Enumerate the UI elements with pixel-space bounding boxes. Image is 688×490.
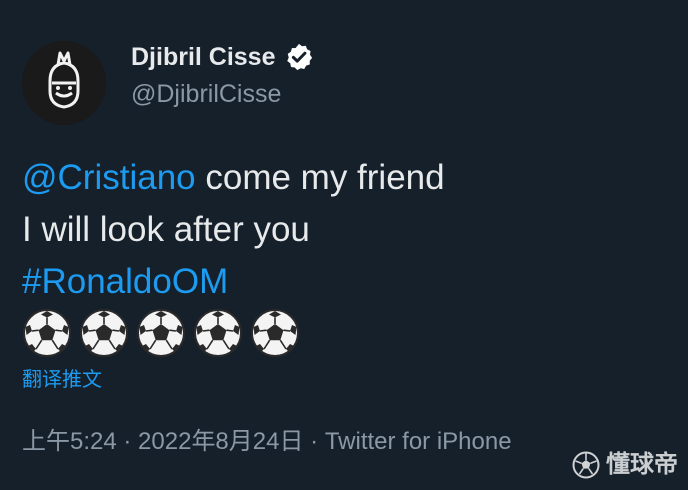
soccer-ball-icon <box>80 309 128 357</box>
soccer-logo-icon <box>572 451 600 479</box>
watermark: 懂球帝 <box>572 450 678 480</box>
soccer-ball-icon <box>137 309 185 357</box>
meta-separator: · <box>116 428 139 455</box>
tweet-card: Djibril Cisse @DjibrilCisse @Cristiano c… <box>0 0 688 490</box>
soccer-ball-icon <box>23 309 71 357</box>
verified-badge-icon <box>286 43 312 71</box>
tweet-line-2: I will look after you <box>22 210 310 249</box>
hashtag-link[interactable]: #RonaldoOM <box>22 262 228 301</box>
meta-separator: · <box>303 428 325 455</box>
watermark-text: 懂球帝 <box>606 451 678 478</box>
tweet-meta: 上午5:24 · 2022年8月24日 · Twitter for iPhone <box>22 426 512 458</box>
avatar-icon <box>22 41 106 125</box>
display-name[interactable]: Djibril Cisse <box>131 41 314 73</box>
avatar[interactable] <box>22 41 106 125</box>
tweet-time[interactable]: 上午5:24 <box>22 428 117 455</box>
tweet-line-1: @Cristiano come my friend <box>22 152 662 204</box>
soccer-ball-icon <box>194 309 242 357</box>
soccer-ball-icon <box>251 309 299 357</box>
tweet-line-3: #RonaldoOM <box>22 256 662 308</box>
translate-tweet-link[interactable]: 翻译推文 <box>22 366 102 394</box>
tweet-date[interactable]: 2022年8月24日 <box>138 428 303 455</box>
mention-link[interactable]: @Cristiano <box>22 158 196 197</box>
author-name[interactable]: Djibril Cisse <box>131 41 276 73</box>
tweet-source[interactable]: Twitter for iPhone <box>325 428 512 455</box>
author-handle[interactable]: @DjibrilCisse <box>131 78 281 110</box>
tweet-text-1: come my friend <box>195 158 445 197</box>
tweet-body: @Cristiano come my friend I will look af… <box>22 152 662 308</box>
emoji-row <box>22 308 300 358</box>
